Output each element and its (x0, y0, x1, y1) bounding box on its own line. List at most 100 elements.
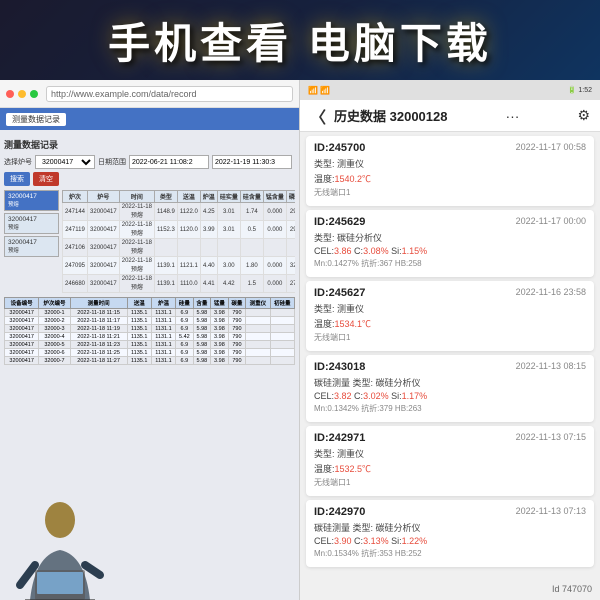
col-si-real: 送温 (177, 191, 200, 203)
bottom-id-tag: Id 747070 (552, 584, 592, 594)
spreadsheet-table: 设备编号 炉次编号 测量时间 送温 炉温 硅量 含量 锰量 碳量 测重仪 初硅量 (4, 297, 295, 365)
table-row: 246680 32000417 2022-11-18预熔 1139.1 1110… (63, 275, 296, 293)
record-extra: Mn:0.1427% 抗折:367 HB:258 (314, 258, 586, 269)
mobile-records-list: ID:245700 2022-11-17 00:58 类型: 测重仪 温度:15… (300, 136, 600, 567)
pc-nav: 测量数据记录 (0, 108, 299, 130)
table-row: 3200041732000-72022-11-18 11:27 1135.111… (5, 357, 295, 365)
sidebar-item-1[interactable]: 32000417预熔 (4, 213, 59, 234)
mobile-record-1: ID:245629 2022-11-17 00:00 类型: 碳硅分析仪 CEL… (306, 210, 594, 277)
mobile-record-2: ID:245627 2022-11-16 23:58 类型: 测重仪 温度:15… (306, 281, 594, 351)
table-row: 3200041732000-12022-11-18 11:15 1135.111… (5, 309, 295, 317)
pc-content: 测量数据记录 选择炉号 32000417 日期范围 搜索 清空 32000417… (0, 134, 299, 369)
col-furnace-id: 炉号 (88, 191, 120, 203)
filter-select-furnace[interactable]: 32000417 (35, 155, 95, 169)
col-p: 磷值 (286, 191, 295, 203)
record-type: 碳硅测量 类型: 碳硅分析仪 (314, 376, 586, 389)
status-time: 1:52 (578, 87, 592, 94)
browser-minimize-dot (18, 90, 26, 98)
record-header: ID:245629 2022-11-17 00:00 (314, 216, 586, 228)
ss-table-body: 3200041732000-12022-11-18 11:15 1135.111… (5, 309, 295, 365)
record-time: 2022-11-17 00:58 (516, 142, 586, 152)
browser-close-dot (6, 90, 14, 98)
filter-label-date: 日期范围 (98, 157, 126, 167)
table-row: 3200041732000-22022-11-18 11:17 1135.111… (5, 317, 295, 325)
mobile-record-5: ID:242970 2022-11-13 07:13 碳硅测量 类型: 碳硅分析… (306, 500, 594, 567)
col-time: 时间 (119, 191, 154, 203)
mobile-header: 〈 历史数据 32000128 ··· ⚙ (300, 100, 600, 132)
left-panel-pc: http://www.example.com/data/record 测量数据记… (0, 80, 300, 600)
record-id: ID:245700 (314, 142, 365, 154)
filter-clear-button[interactable]: 清空 (33, 172, 59, 186)
table-row: 3200041732000-62022-11-18 11:25 1135.111… (5, 349, 295, 357)
col-furnace-no: 炉次 (63, 191, 88, 203)
col-type: 类型 (154, 191, 177, 203)
record-time: 2022-11-13 08:15 (516, 361, 586, 371)
record-time: 2022-11-17 00:00 (516, 216, 586, 226)
record-type: 类型: 测重仪 (314, 157, 586, 170)
top-banner: 手机查看 电脑下载 (0, 0, 600, 80)
pc-filter-bar: 选择炉号 32000417 日期范围 搜索 清空 (4, 155, 295, 186)
pc-table-wrap: 炉次 炉号 时间 类型 送温 炉温 硅实量 硅含量 锰含量 磷值 硫值 (62, 190, 295, 293)
browser-bar: http://www.example.com/data/record (0, 80, 299, 108)
record-header: ID:245627 2022-11-16 23:58 (314, 287, 586, 299)
sidebar-item-0[interactable]: 32000417预熔 (4, 190, 59, 211)
filter-label-furnace: 选择炉号 (4, 157, 32, 167)
banner-title: 手机查看 电脑下载 (108, 10, 492, 71)
record-type: 碳硅测量 类型: 碳硅分析仪 (314, 521, 586, 534)
record-header: ID:242970 2022-11-13 07:13 (314, 506, 586, 518)
record-time: 2022-11-16 23:58 (516, 287, 586, 297)
record-detail: CEL:3.86 C:3.08% Si:1.15% (314, 246, 586, 256)
record-id: ID:243018 (314, 361, 365, 373)
table-row: 3200041732000-32022-11-18 11:19 1135.111… (5, 325, 295, 333)
battery-icon: 🔋 (568, 86, 577, 94)
table-row: 247095 32000417 2022-11-18预熔 1139.1 1121… (63, 257, 296, 275)
record-extra: 无线端口1 (314, 332, 586, 343)
table-row: 247119 32000417 2022-11-18预熔 1152.3 1120… (63, 221, 296, 239)
pc-data-table: 炉次 炉号 时间 类型 送温 炉温 硅实量 硅含量 锰含量 磷值 硫值 (62, 190, 295, 293)
main-content: http://www.example.com/data/record 测量数据记… (0, 80, 600, 600)
col-mn-pct: 锰含量 (263, 191, 286, 203)
person-image (0, 500, 120, 600)
status-icons: 🔋 1:52 (568, 86, 592, 94)
mobile-status-bar: 📶 📶 🔋 1:52 (300, 80, 600, 100)
col-furnace-temp: 炉温 (200, 191, 217, 203)
table-row: 247144 32000417 2022-11-18预熔 1148.9 1122… (63, 203, 296, 221)
browser-url[interactable]: http://www.example.com/data/record (46, 86, 293, 102)
record-id: ID:245629 (314, 216, 365, 228)
table-row: 247106 32000417 2022-11-18预熔 (63, 239, 296, 257)
record-extra: Mn:0.1534% 抗折:353 HB:252 (314, 548, 586, 559)
record-extra: 无线端口1 (314, 187, 586, 198)
record-id: ID:242971 (314, 432, 365, 444)
pc-body: 32000417预熔 32000417预熔 32000417预熔 炉次 炉号 时… (4, 190, 295, 293)
mobile-record-3: ID:243018 2022-11-13 08:15 碳硅测量 类型: 碳硅分析… (306, 355, 594, 422)
more-options-button[interactable]: ··· (505, 108, 519, 124)
back-button[interactable]: 〈 (310, 104, 326, 128)
nav-tab-records[interactable]: 测量数据记录 (6, 113, 66, 126)
mobile-record-4: ID:242971 2022-11-13 07:15 类型: 测重仪 温度:15… (306, 426, 594, 496)
pc-table-body: 247144 32000417 2022-11-18预熔 1148.9 1122… (63, 203, 296, 293)
sidebar-item-2[interactable]: 32000417预熔 (4, 236, 59, 257)
record-extra: 无线端口1 (314, 477, 586, 488)
record-detail: CEL:3.90 C:3.13% Si:1.22% (314, 536, 586, 546)
record-detail: 温度:1532.5℃ (314, 462, 586, 475)
record-type: 类型: 碳硅分析仪 (314, 231, 586, 244)
record-time: 2022-11-13 07:15 (516, 432, 586, 442)
table-row: 3200041732000-52022-11-18 11:23 1135.111… (5, 341, 295, 349)
pc-section-title: 测量数据记录 (4, 138, 295, 151)
filter-search-button[interactable]: 搜索 (4, 172, 30, 186)
settings-button[interactable]: ⚙ (577, 107, 590, 124)
record-detail: CEL:3.82 C:3.02% Si:1.17% (314, 391, 586, 401)
filter-date-start[interactable] (129, 155, 209, 169)
right-panel-mobile: 📶 📶 🔋 1:52 〈 历史数据 32000128 ··· ⚙ ID:2457… (300, 80, 600, 600)
browser-maximize-dot (30, 90, 38, 98)
record-extra: Mn:0.1342% 抗折:379 HB:263 (314, 403, 586, 414)
record-id: ID:245627 (314, 287, 365, 299)
record-header: ID:245700 2022-11-17 00:58 (314, 142, 586, 154)
record-id: ID:242970 (314, 506, 365, 518)
record-detail: 温度:1534.1℃ (314, 317, 586, 330)
record-detail: 温度:1540.2℃ (314, 172, 586, 185)
filter-date-end[interactable] (212, 155, 292, 169)
mobile-record-0: ID:245700 2022-11-17 00:58 类型: 测重仪 温度:15… (306, 136, 594, 206)
pc-sidebar: 32000417预熔 32000417预熔 32000417预熔 (4, 190, 59, 293)
record-header: ID:243018 2022-11-13 08:15 (314, 361, 586, 373)
